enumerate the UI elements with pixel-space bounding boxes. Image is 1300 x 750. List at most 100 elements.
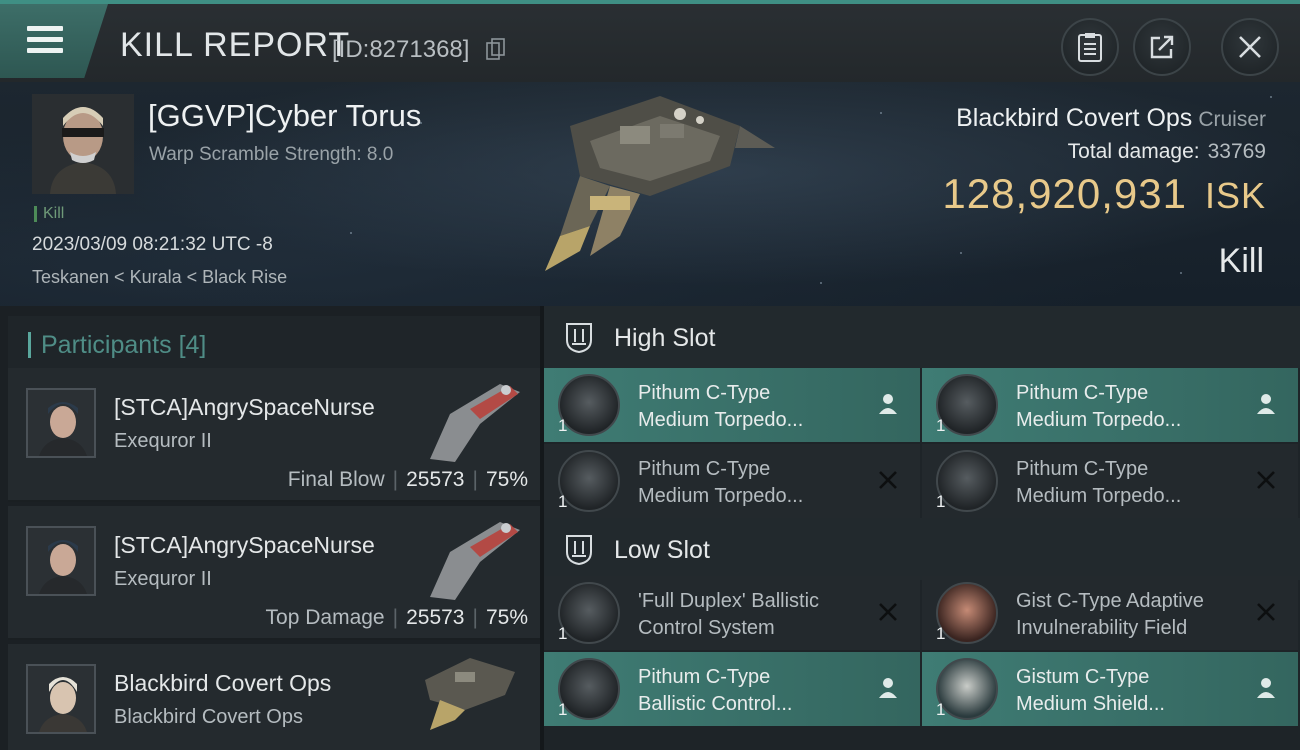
module-quantity: 1 — [936, 700, 946, 719]
module-name-line1: Gistum C-Type — [1016, 666, 1150, 688]
destroyed-x-icon — [879, 471, 897, 489]
destroyed-x-icon — [879, 603, 897, 621]
participants-panel: Participants [4] [STCA]AngrySpaceNurse E… — [0, 306, 540, 750]
participant-role: Top Damage — [265, 606, 385, 629]
module-quantity: 1 — [558, 492, 568, 511]
module-name-line2: Medium Shield... — [1016, 693, 1165, 715]
clipboard-icon — [1078, 33, 1102, 62]
participant-stats: Top Damage | 25573 | 75% — [265, 606, 528, 629]
total-damage-value: 33769 — [1207, 140, 1266, 163]
participants-label: Participants — [41, 331, 172, 359]
module-quantity: 1 — [558, 700, 568, 719]
destroyed-x-icon — [1257, 471, 1275, 489]
low-slot-header[interactable]: Low Slot — [544, 518, 1300, 580]
participants-header: Participants [4] — [8, 316, 540, 372]
warp-scramble-strength: Warp Scramble Strength: 8.0 — [149, 144, 394, 165]
page-title: KILL REPORT — [120, 26, 351, 64]
module-name-line2: Invulnerability Field — [1016, 617, 1188, 639]
module-name-line1: Pithum C-Type — [638, 458, 771, 480]
participant-name: [STCA]AngrySpaceNurse — [114, 532, 375, 558]
module-card[interactable]: 1 Pithum C-Type Medium Torpedo... — [922, 368, 1298, 442]
isk-amount: 128,920,931 — [942, 170, 1187, 217]
high-slot-label: High Slot — [614, 324, 716, 352]
participant-percent: 75% — [485, 606, 528, 629]
low-slot-label: Low Slot — [614, 536, 710, 564]
participant-ship-render — [425, 658, 515, 730]
dropped-person-icon — [1257, 678, 1275, 698]
module-quantity: 1 — [936, 624, 946, 643]
participant-name: [STCA]AngrySpaceNurse — [114, 394, 375, 420]
participants-count: [4] — [178, 331, 207, 359]
fitting-panel: High Slot 1 Pithum C-Type Medium Torpedo.… — [544, 306, 1300, 750]
participant-avatar — [26, 664, 96, 734]
kill-tag: Kill — [34, 206, 64, 222]
participant-ship-render — [430, 522, 520, 600]
participant-row[interactable]: Blackbird Covert Ops Blackbird Covert Op… — [8, 644, 540, 750]
participant-ship: Exequror II — [114, 568, 212, 590]
low-slot-icon — [566, 535, 592, 566]
module-quantity: 1 — [558, 624, 568, 643]
module-card[interactable]: 1 Gistum C-Type Medium Shield... — [922, 652, 1298, 726]
module-name-line1: Pithum C-Type — [638, 382, 771, 404]
module-card[interactable]: 1 Pithum C-Type Medium Torpedo... — [922, 444, 1298, 518]
module-name: Pithum C-Type Medium Torpedo... — [638, 380, 868, 434]
clipboard-button[interactable] — [1061, 18, 1119, 76]
high-slot-icon — [566, 323, 592, 354]
participant-stats: Final Blow | 25573 | 75% — [287, 468, 528, 491]
participant-ship: Exequror II — [114, 430, 212, 452]
participant-ship-render — [430, 384, 520, 462]
victim-ship-class: Cruiser — [1198, 108, 1266, 131]
module-name-line1: 'Full Duplex' Ballistic — [638, 590, 820, 612]
module-card[interactable]: 1 Pithum C-Type Medium Torpedo... — [544, 368, 920, 442]
victim-ship: Blackbird Covert Ops Cruiser — [956, 104, 1266, 133]
participant-percent: 75% — [485, 468, 528, 491]
participant-damage: 25573 — [406, 606, 465, 629]
participant-name: Blackbird Covert Ops — [114, 670, 332, 696]
close-button[interactable] — [1221, 18, 1279, 76]
report-id: [ID:8271368] — [332, 36, 470, 63]
module-name: Gistum C-Type Medium Shield... — [1016, 664, 1246, 718]
module-name-line2: Ballistic Control... — [638, 693, 793, 715]
isk-value: 128,920,931 ISK — [942, 170, 1266, 218]
module-name-line2: Medium Torpedo... — [1016, 485, 1182, 507]
participant-ship: Blackbird Covert Ops — [114, 706, 303, 728]
kill-location[interactable]: Teskanen < Kurala < Black Rise — [32, 267, 287, 288]
dropped-person-icon — [879, 678, 897, 698]
victim-name[interactable]: [GGVP]Cyber Torus — [148, 98, 421, 134]
copy-icon[interactable] — [486, 38, 506, 60]
module-card[interactable]: 1 Pithum C-Type Ballistic Control... — [544, 652, 920, 726]
module-card[interactable]: 1 Pithum C-Type Medium Torpedo... — [544, 444, 920, 518]
share-icon — [1150, 35, 1174, 59]
total-damage-label: Total damage: — [1067, 140, 1200, 163]
module-name: Pithum C-Type Medium Torpedo... — [1016, 380, 1246, 434]
isk-unit: ISK — [1204, 175, 1266, 216]
result-label: Kill — [1218, 242, 1264, 280]
module-name-line1: Pithum C-Type — [1016, 382, 1149, 404]
participants-title: Participants [4] — [28, 332, 206, 358]
participant-role: Final Blow — [287, 468, 385, 491]
participant-row[interactable]: [STCA]AngrySpaceNurse Exequror II Final … — [8, 368, 540, 502]
module-name: 'Full Duplex' Ballistic Control System — [638, 588, 868, 642]
menu-button[interactable] — [0, 4, 108, 78]
destroyed-x-icon — [1257, 603, 1275, 621]
participant-avatar — [26, 388, 96, 458]
module-name-line2: Control System — [638, 617, 775, 639]
module-name-line1: Pithum C-Type — [1016, 458, 1149, 480]
participant-damage: 25573 — [406, 468, 465, 491]
victim-avatar[interactable] — [32, 94, 134, 194]
participant-row[interactable]: [STCA]AngrySpaceNurse Exequror II Top Da… — [8, 506, 540, 640]
module-card[interactable]: 1 'Full Duplex' Ballistic Control System — [544, 576, 920, 650]
victim-ship-name[interactable]: Blackbird Covert Ops — [956, 104, 1192, 132]
share-button[interactable] — [1133, 18, 1191, 76]
dropped-person-icon — [879, 394, 897, 414]
module-quantity: 1 — [558, 416, 568, 435]
hamburger-icon — [27, 26, 63, 54]
module-card[interactable]: 1 Gist C-Type Adaptive Invulnerability Fi… — [922, 576, 1298, 650]
module-quantity: 1 — [936, 416, 946, 435]
participant-avatar — [26, 526, 96, 596]
total-damage: Total damage: 33769 — [1068, 140, 1266, 164]
high-slot-header[interactable]: High Slot — [544, 306, 1300, 368]
module-name-line1: Gist C-Type Adaptive — [1016, 590, 1204, 612]
module-name-line2: Medium Torpedo... — [638, 409, 804, 431]
module-name-line2: Medium Torpedo... — [1016, 409, 1182, 431]
